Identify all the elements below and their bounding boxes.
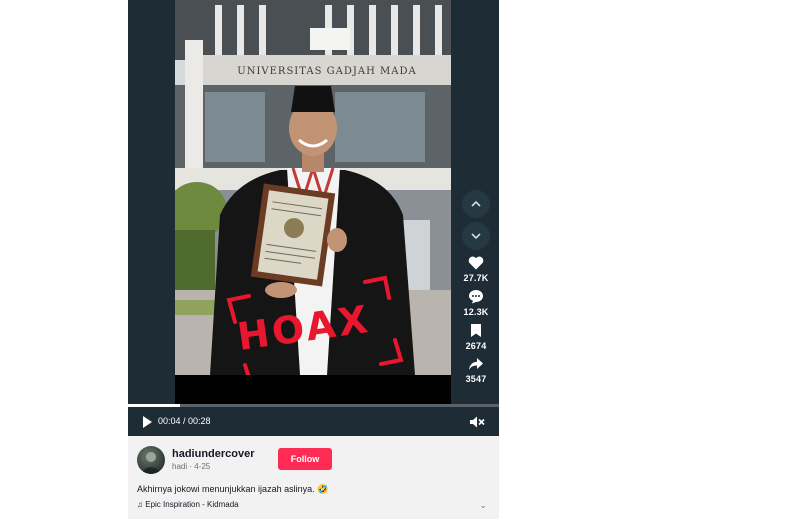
video-frame[interactable]: UNIVERSITAS GADJAH MADA HOAX [175,0,451,375]
music-note-icon: ♫ [137,500,143,509]
action-rail: 27.7K 12.3K 2674 3547 [457,190,495,384]
video-player[interactable]: UNIVERSITAS GADJAH MADA HOAX 27.7K 12.3K… [128,0,499,436]
username[interactable]: hadiundercover [172,448,255,460]
post-caption: Akhirnya jokowi menunjukkan ijazah aslin… [137,484,329,494]
save-count: 2674 [465,341,487,351]
comment-count: 12.3K [463,307,489,317]
music-link[interactable]: ♫ Epic Inspiration - Kidmada [137,500,239,509]
bookmark-icon [471,324,481,337]
like-count: 27.7K [463,273,489,283]
player-controls: 00:04 / 00:28 [128,407,499,436]
share-button[interactable]: 3547 [457,357,495,384]
follow-button[interactable]: Follow [278,448,332,470]
svg-text:UNIVERSITAS GADJAH MADA: UNIVERSITAS GADJAH MADA [237,66,416,77]
comment-icon [469,290,483,304]
share-count: 3547 [465,374,487,384]
comment-button[interactable]: 12.3K [457,289,495,317]
playback-time: 00:04 / 00:28 [158,416,211,426]
expand-chevron-icon[interactable]: ⌄ [479,500,487,511]
play-icon[interactable] [140,415,154,429]
share-arrow-icon [469,358,483,370]
post-meta: hadi · 4-25 [172,462,211,471]
muted-speaker-icon[interactable] [469,415,485,429]
chevron-up-icon[interactable] [462,190,490,218]
avatar[interactable] [137,446,165,474]
heart-icon [468,256,484,270]
music-title: Epic Inspiration - Kidmada [145,500,239,509]
chevron-down-icon[interactable] [462,222,490,250]
save-button[interactable]: 2674 [457,323,495,351]
video-letterbox [175,375,451,405]
like-button[interactable]: 27.7K [457,256,495,283]
post-info-panel: hadiundercover hadi · 4-25 Follow Akhirn… [128,436,499,519]
